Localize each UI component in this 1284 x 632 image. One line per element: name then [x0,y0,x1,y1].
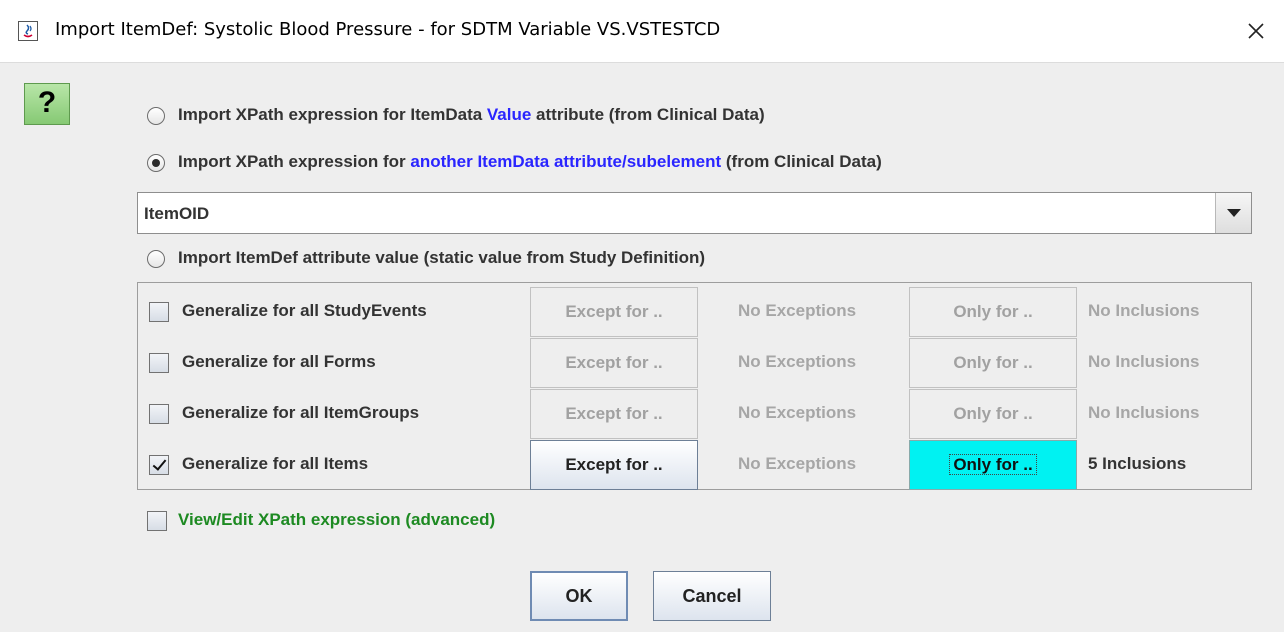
window-title: Import ItemDef: Systolic Blood Pressure … [55,19,721,40]
attribute-select-value: ItemOID [144,204,210,223]
only-for-items-button[interactable]: Only for .. [909,440,1077,490]
checkbox-generalize-studyevents[interactable] [149,302,169,322]
only-for-forms-button[interactable]: Only for .. [909,338,1077,388]
cancel-button[interactable]: Cancel [653,571,771,621]
option-highlight: Value [486,105,532,124]
generalize-items-label[interactable]: Generalize for all Items [182,454,368,474]
generalize-studyevents-label[interactable]: Generalize for all StudyEvents [182,301,427,321]
generalize-itemgroups-label[interactable]: Generalize for all ItemGroups [182,403,419,423]
radio-import-value[interactable] [147,107,165,125]
except-for-itemgroups-button[interactable]: Except for .. [530,389,698,439]
only-for-items-label: Only for .. [949,454,1037,475]
option-text: Import XPath expression for [178,152,411,171]
attribute-select[interactable]: ItemOID [137,192,1252,234]
checkbox-generalize-itemgroups[interactable] [149,404,169,424]
radio-import-itemdef-attribute[interactable] [147,250,165,268]
only-for-studyevents-button[interactable]: Only for .. [909,287,1077,337]
radio-import-other-attribute[interactable] [147,154,165,172]
inclusions-itemgroups-status: No Inclusions [1088,403,1200,422]
view-edit-xpath-label[interactable]: View/Edit XPath expression (advanced) [178,510,495,530]
except-for-items-button[interactable]: Except for .. [530,440,698,490]
except-for-studyevents-button[interactable]: Except for .. [530,287,698,337]
inclusions-items-status: 5 Inclusions [1088,454,1187,473]
exceptions-forms-status: No Exceptions [738,352,857,371]
chevron-down-icon[interactable] [1215,193,1251,233]
help-label: ? [37,86,57,119]
option-text: Import XPath expression for ItemData [178,105,487,124]
option-text: (from Clinical Data) [721,152,882,171]
only-for-itemgroups-button[interactable]: Only for .. [909,389,1077,439]
exceptions-itemgroups-status: No Exceptions [738,403,857,422]
title-bar: Import ItemDef: Systolic Blood Pressure … [0,0,1284,62]
except-for-forms-button[interactable]: Except for .. [530,338,698,388]
java-icon [18,21,38,41]
inclusions-studyevents-status: No Inclusions [1088,301,1200,320]
generalize-panel: Generalize for all StudyEvents Except fo… [137,282,1252,490]
option-text: attribute (from Clinical Data) [531,105,765,124]
option-highlight: another ItemData attribute/subelement [410,152,722,171]
checkbox-view-edit-xpath[interactable] [147,511,167,531]
generalize-forms-label[interactable]: Generalize for all Forms [182,352,376,372]
option-import-other-attribute-label[interactable]: Import XPath expression for another Item… [178,152,882,172]
option-import-itemdef-attribute-label[interactable]: Import ItemDef attribute value (static v… [178,248,705,268]
exceptions-studyevents-status: No Exceptions [738,301,857,320]
exceptions-items-status: No Exceptions [738,454,857,473]
checkbox-generalize-forms[interactable] [149,353,169,373]
help-button[interactable]: ? [24,83,70,125]
inclusions-forms-status: No Inclusions [1088,352,1200,371]
close-icon[interactable] [1241,13,1271,49]
option-import-value-label[interactable]: Import XPath expression for ItemData Val… [178,105,765,125]
dialog-content: ? Import XPath expression for ItemData V… [0,62,1284,632]
ok-button[interactable]: OK [530,571,628,621]
checkbox-generalize-items[interactable] [149,455,169,475]
